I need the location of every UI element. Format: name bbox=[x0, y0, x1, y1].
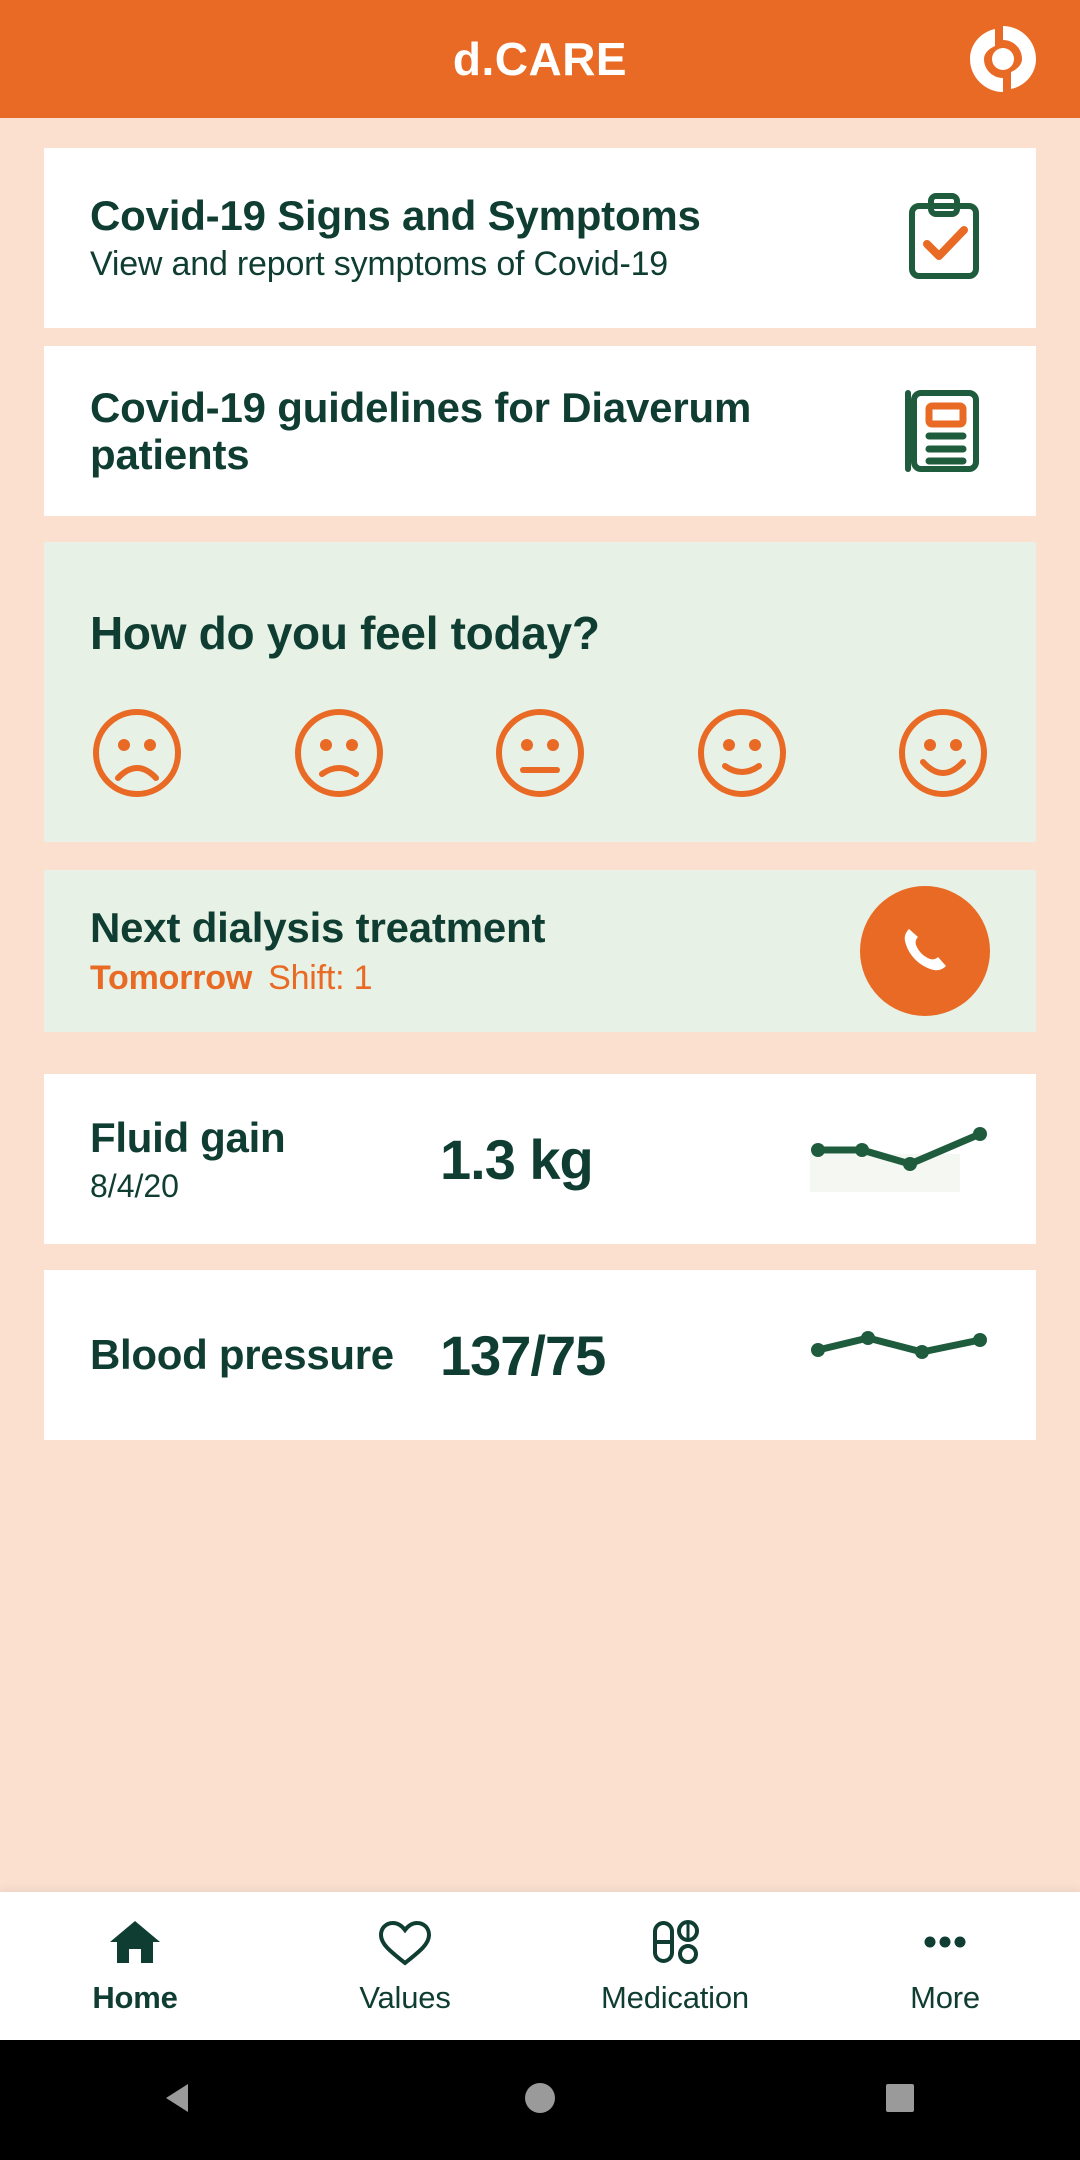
recents-button[interactable] bbox=[840, 2040, 960, 2160]
card-covid-symptoms[interactable]: Covid-19 Signs and Symptoms View and rep… bbox=[44, 148, 1036, 328]
card-title: Covid-19 Signs and Symptoms bbox=[90, 191, 701, 239]
nav-item-medication[interactable]: Medication bbox=[540, 1917, 810, 2016]
diaverum-swirl-logo-icon bbox=[966, 22, 1040, 96]
blood-pressure-sparkline-chart bbox=[810, 1316, 990, 1394]
card-covid-guidelines[interactable]: Covid-19 guidelines for Diaverum patient… bbox=[44, 346, 1036, 516]
happy-face-icon[interactable] bbox=[695, 706, 789, 800]
home-icon bbox=[106, 1917, 164, 1972]
nav-label: Home bbox=[92, 1979, 178, 2015]
neutral-face-icon[interactable] bbox=[493, 706, 587, 800]
very-happy-face-icon[interactable] bbox=[896, 706, 990, 800]
metric-label-group: Fluid gain 8/4/20 bbox=[90, 1114, 420, 1205]
very-sad-face-icon[interactable] bbox=[90, 706, 184, 800]
app-screen: d.CARE Covid-19 Signs and Symptoms View … bbox=[0, 0, 1080, 2160]
dialysis-schedule: Tomorrow Shift: 1 bbox=[90, 959, 840, 998]
pills-icon bbox=[646, 1917, 704, 1972]
bottom-navigation-bar: Home Values Medication More bbox=[0, 1892, 1080, 2040]
metric-value: 1.3 kg bbox=[440, 1127, 594, 1191]
card-title: Covid-19 guidelines for Diaverum patient… bbox=[90, 383, 752, 478]
metric-name: Fluid gain bbox=[90, 1113, 286, 1161]
dialysis-shift: Shift: 1 bbox=[268, 959, 373, 998]
card-text-group: Next dialysis treatment Tomorrow Shift: 1 bbox=[90, 904, 840, 998]
back-button[interactable] bbox=[120, 2040, 240, 2160]
metric-name: Blood pressure bbox=[90, 1331, 394, 1378]
metric-value: 137/75 bbox=[440, 1323, 606, 1387]
android-system-navigation-bar bbox=[0, 2040, 1080, 2160]
document-lines-icon bbox=[898, 385, 990, 477]
card-blood-pressure[interactable]: Blood pressure 137/75 bbox=[44, 1270, 1036, 1440]
dialysis-title: Next dialysis treatment bbox=[90, 903, 546, 951]
mood-question: How do you feel today? bbox=[90, 607, 600, 659]
square-recents-icon bbox=[878, 2076, 922, 2125]
card-text-group: Covid-19 Signs and Symptoms View and rep… bbox=[90, 192, 876, 284]
mood-face-row bbox=[44, 660, 1036, 800]
nav-label: More bbox=[910, 1979, 980, 2015]
app-header: d.CARE bbox=[0, 0, 1080, 118]
card-subtitle: View and report symptoms of Covid-19 bbox=[90, 245, 668, 284]
nav-label: Medication bbox=[601, 1979, 749, 2015]
nav-item-values[interactable]: Values bbox=[270, 1917, 540, 2016]
ellipsis-icon bbox=[916, 1917, 974, 1972]
call-clinic-button[interactable] bbox=[860, 886, 990, 1016]
card-mood: How do you feel today? bbox=[44, 542, 1036, 842]
card-text-group: Covid-19 guidelines for Diaverum patient… bbox=[90, 384, 876, 478]
scroll-content[interactable]: Covid-19 Signs and Symptoms View and rep… bbox=[0, 118, 1080, 1908]
fluid-gain-sparkline-chart bbox=[810, 1120, 990, 1198]
nav-item-more[interactable]: More bbox=[810, 1917, 1080, 2016]
metric-date: 8/4/20 bbox=[90, 1167, 179, 1204]
triangle-back-icon bbox=[158, 2076, 202, 2125]
app-title: d.CARE bbox=[452, 33, 628, 85]
card-fluid-gain[interactable]: Fluid gain 8/4/20 1.3 kg bbox=[44, 1074, 1036, 1244]
circle-home-icon bbox=[518, 2076, 562, 2125]
sad-face-icon[interactable] bbox=[292, 706, 386, 800]
phone-icon bbox=[897, 922, 953, 981]
metric-label-group: Blood pressure bbox=[90, 1331, 420, 1379]
card-next-dialysis: Next dialysis treatment Tomorrow Shift: 1 bbox=[44, 870, 1036, 1032]
clipboard-check-icon bbox=[898, 192, 990, 284]
nav-label: Values bbox=[359, 1979, 451, 2015]
dialysis-when: Tomorrow bbox=[90, 959, 253, 998]
heart-icon bbox=[376, 1917, 434, 1972]
nav-item-home[interactable]: Home bbox=[0, 1917, 270, 2016]
home-button[interactable] bbox=[480, 2040, 600, 2160]
